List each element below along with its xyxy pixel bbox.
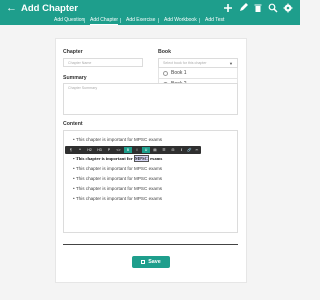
book-option-1[interactable]: Book 1: [158, 68, 238, 79]
tab-add-workbook[interactable]: Add Workbook: [164, 17, 197, 24]
h3-button[interactable]: H3: [95, 147, 104, 153]
plus-icon[interactable]: [223, 3, 233, 13]
bold-button[interactable]: B: [124, 147, 132, 153]
chevron-down-icon: ▼: [229, 61, 233, 66]
tab-add-exercise[interactable]: Add Exercise: [126, 17, 155, 24]
gear-icon[interactable]: [283, 3, 293, 13]
summary-textarea[interactable]: Chapter Summary: [63, 83, 238, 115]
quote-button[interactable]: ❝: [76, 147, 84, 153]
chapter-label: Chapter: [63, 49, 83, 55]
chapter-name-placeholder: Chapter Name: [68, 61, 92, 65]
chapter-name-input[interactable]: Chapter Name: [63, 58, 143, 67]
book-select[interactable]: Select book for this chapter ▼: [158, 58, 238, 68]
align-button[interactable]: ☰: [160, 147, 168, 153]
pencil-icon[interactable]: [238, 3, 248, 13]
editor-line: • This chapter is important for MPSC exa…: [73, 186, 163, 191]
save-button[interactable]: Save: [132, 256, 170, 268]
chapter-form-card: Chapter Chapter Name Book Select book fo…: [55, 38, 247, 283]
editor-line-bold: • This chapter is important for MPSC exa…: [73, 155, 163, 162]
radio-icon: [163, 71, 168, 76]
italic-button[interactable]: I: [133, 147, 141, 153]
editor-line: • This chapter is important for MPSC exa…: [73, 137, 163, 142]
editor-line: • This chapter is important for MPSC exa…: [73, 176, 163, 181]
italic-alt-button[interactable]: 𝑰: [178, 147, 185, 153]
summary-placeholder: Chapter Summary: [68, 86, 98, 90]
editor-line: • This chapter is important for MPSC exa…: [73, 166, 163, 171]
link-icon[interactable]: 🔗: [186, 147, 193, 153]
selected-text: MPSC: [133, 155, 149, 162]
back-arrow-icon[interactable]: ←: [6, 2, 17, 14]
search-icon[interactable]: [268, 3, 278, 13]
app-bar: ← Add Chapter: [0, 0, 300, 16]
tab-separator: [158, 18, 159, 23]
editor-line: • This chapter is important for MPSC exa…: [73, 196, 163, 201]
table-button[interactable]: ⊟: [169, 147, 177, 153]
trash-icon[interactable]: [253, 3, 263, 13]
form-divider: [63, 244, 238, 245]
book-label: Book: [158, 49, 171, 55]
code-button[interactable]: <>: [114, 147, 123, 153]
editor-toolbar: ¶ ❝ H2 H3 P <> B I U ▤ ☰ ⊟ 𝑰 🔗 ✂: [65, 146, 201, 154]
summary-label: Summary: [63, 75, 87, 81]
tab-separator: [199, 18, 200, 23]
p-button[interactable]: P: [105, 147, 113, 153]
sub-navigation: Add Question Add Chapter Add Exercise Ad…: [0, 16, 300, 25]
content-editor[interactable]: • This chapter is important for MPSC exa…: [63, 130, 238, 233]
paragraph-button[interactable]: ¶: [67, 147, 75, 153]
list-button[interactable]: ▤: [151, 147, 159, 153]
underline-button[interactable]: U: [142, 147, 150, 153]
h2-button[interactable]: H2: [85, 147, 94, 153]
content-label: Content: [63, 121, 83, 127]
tab-add-chapter[interactable]: Add Chapter: [90, 17, 119, 25]
tab-separator: [120, 18, 121, 23]
book-select-placeholder: Select book for this chapter: [163, 61, 207, 65]
tab-separator: [84, 18, 85, 23]
tab-add-question[interactable]: Add Question: [54, 17, 84, 24]
clear-format-button[interactable]: ✂: [194, 147, 200, 153]
page-title: Add Chapter: [21, 3, 78, 14]
book-option-label: Book 1: [171, 70, 187, 76]
save-icon: [141, 259, 146, 264]
tab-add-test[interactable]: Add Test: [205, 17, 224, 24]
